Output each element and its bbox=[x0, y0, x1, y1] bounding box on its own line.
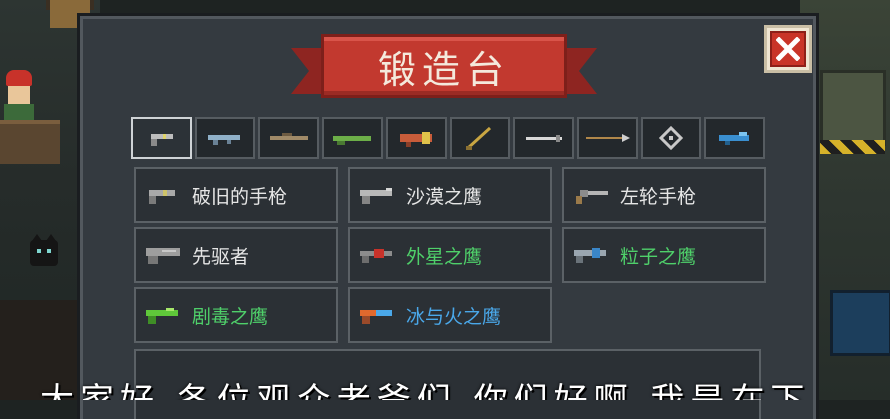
title-banner: 锻造台 bbox=[291, 34, 567, 98]
weapon-name: 剧毒之鹰 bbox=[192, 305, 269, 328]
video-subtitle: 大家好 各位观众老爷们 你们好啊 我是在下 bbox=[0, 380, 890, 400]
blue-panel bbox=[830, 290, 890, 356]
pistol-icon bbox=[151, 134, 174, 146]
shotgun-icon bbox=[333, 136, 372, 145]
tab-swords[interactable] bbox=[513, 117, 574, 159]
forge-dialog: 锻造台 破旧的手枪 沙漠之鹰 左轮手枪 先驱者 外星之鹰 粒子之鹰 剧毒之鹰 冰… bbox=[80, 16, 816, 419]
throwable-icon bbox=[658, 126, 683, 150]
launcher-icon bbox=[400, 132, 433, 147]
pioneer-icon bbox=[146, 248, 180, 264]
weapon-category-tabs bbox=[131, 117, 766, 159]
weapon-list: 破旧的手枪 沙漠之鹰 左轮手枪 先驱者 外星之鹰 粒子之鹰 剧毒之鹰 冰与火之鹰 bbox=[134, 167, 766, 343]
dialog-title: 锻造台 bbox=[377, 47, 510, 92]
tab-snipers[interactable] bbox=[258, 117, 320, 159]
weapon-name: 破旧的手枪 bbox=[192, 185, 288, 208]
weapon-item-ice-fire-eagle[interactable]: 冰与火之鹰 bbox=[348, 287, 552, 343]
tab-spears[interactable] bbox=[576, 117, 638, 159]
weapon-item-toxic-eagle[interactable]: 剧毒之鹰 bbox=[134, 287, 338, 343]
black-cat-pet bbox=[30, 234, 58, 266]
tab-pistols[interactable] bbox=[131, 117, 192, 159]
desk bbox=[0, 120, 60, 164]
hazard-stripe bbox=[820, 140, 885, 154]
weapon-item-pioneer[interactable]: 先驱者 bbox=[134, 227, 338, 283]
alien-eagle-icon bbox=[360, 249, 392, 263]
weapon-name: 左轮手枪 bbox=[620, 185, 697, 208]
staff-icon bbox=[465, 126, 491, 150]
special-weapon-icon bbox=[718, 132, 749, 145]
desert-eagle-icon bbox=[360, 188, 392, 204]
machine bbox=[820, 70, 886, 146]
spear-icon bbox=[586, 134, 631, 142]
weapon-name: 冰与火之鹰 bbox=[406, 305, 502, 328]
ice-fire-eagle-icon bbox=[360, 310, 392, 324]
weapon-name: 沙漠之鹰 bbox=[406, 185, 483, 208]
weapon-item-alien-eagle[interactable]: 外星之鹰 bbox=[348, 227, 552, 283]
sniper-icon bbox=[269, 133, 308, 140]
revolver-icon bbox=[576, 190, 608, 204]
weapon-item-desert-eagle[interactable]: 沙漠之鹰 bbox=[348, 167, 552, 223]
tab-launchers[interactable] bbox=[385, 117, 447, 159]
tab-shotguns[interactable] bbox=[322, 117, 383, 159]
tab-staffs[interactable] bbox=[449, 117, 511, 159]
tab-throwables[interactable] bbox=[640, 117, 702, 159]
particle-eagle-icon bbox=[574, 248, 606, 263]
weapon-item-old-pistol[interactable]: 破旧的手枪 bbox=[134, 167, 338, 223]
weapon-name: 外星之鹰 bbox=[406, 245, 483, 268]
weapon-name: 粒子之鹰 bbox=[620, 245, 697, 268]
toxic-eagle-icon bbox=[146, 308, 178, 324]
old-pistol-icon bbox=[149, 190, 175, 204]
sword-icon bbox=[525, 135, 562, 142]
rifle-icon bbox=[208, 135, 241, 145]
tab-rifles[interactable] bbox=[194, 117, 256, 159]
weapon-item-particle-eagle[interactable]: 粒子之鹰 bbox=[562, 227, 766, 283]
subtitle-text: 大家好 各位观众老爷们 你们好啊 我是在下 bbox=[40, 384, 810, 400]
tab-special-weapons[interactable] bbox=[704, 117, 766, 159]
close-button[interactable] bbox=[764, 25, 812, 73]
close-x-icon bbox=[776, 37, 800, 61]
weapon-name: 先驱者 bbox=[192, 245, 250, 268]
weapon-item-revolver[interactable]: 左轮手枪 bbox=[562, 167, 766, 223]
